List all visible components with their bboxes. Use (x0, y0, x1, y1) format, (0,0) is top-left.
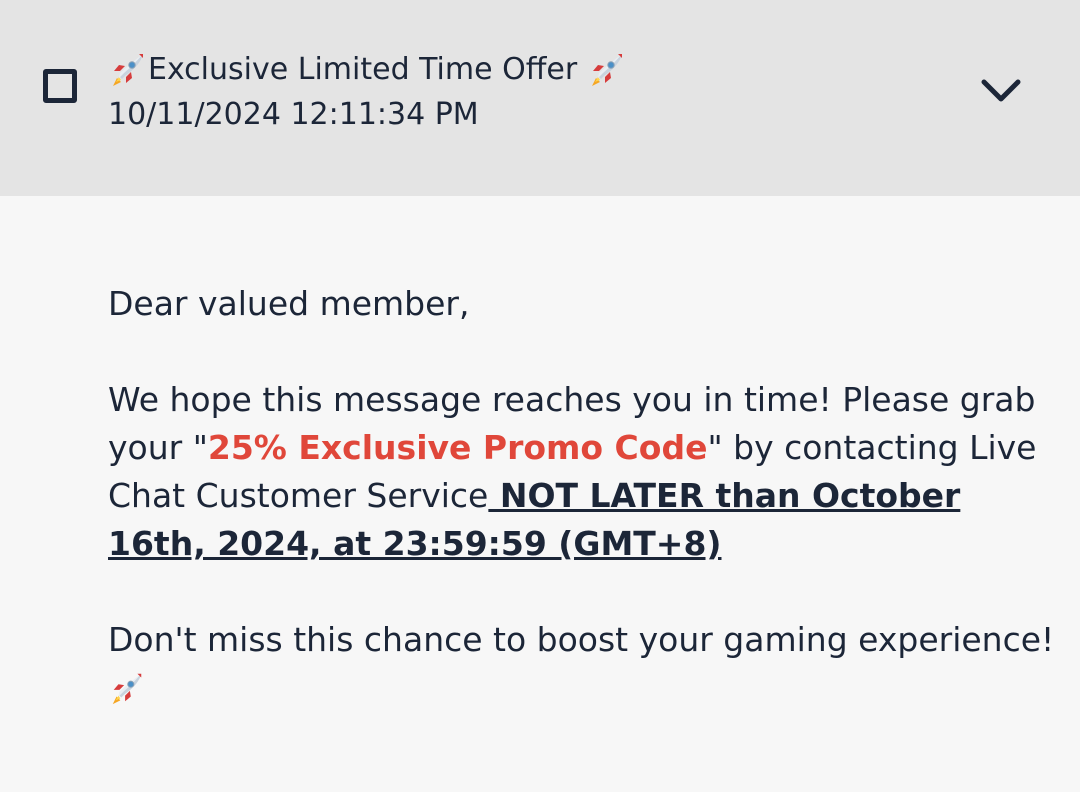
chevron-down-icon[interactable] (978, 73, 1024, 109)
select-checkbox[interactable] (43, 69, 77, 103)
closing-paragraph: Don't miss this chance to boost your gam… (108, 620, 1055, 659)
rocket-icon (113, 53, 144, 86)
message-body: Dear valued member, We hope this message… (108, 280, 1058, 712)
message-timestamp: 10/11/2024 12:11:34 PM (108, 97, 479, 132)
message-header[interactable]: Exclusive Limited Time Offer 10/11/2024 … (0, 0, 1080, 196)
rocket-icon (112, 673, 142, 705)
offer-paragraph: We hope this message reaches you in time… (108, 376, 1058, 568)
message-title: Exclusive Limited Time Offer (148, 51, 578, 87)
promo-code-highlight: 25% Exclusive Promo Code (207, 428, 708, 467)
rocket-icon (592, 53, 623, 86)
closing-rocket-row (108, 664, 1058, 712)
greeting: Dear valued member, (108, 284, 470, 323)
message-title-row: Exclusive Limited Time Offer (108, 48, 627, 90)
